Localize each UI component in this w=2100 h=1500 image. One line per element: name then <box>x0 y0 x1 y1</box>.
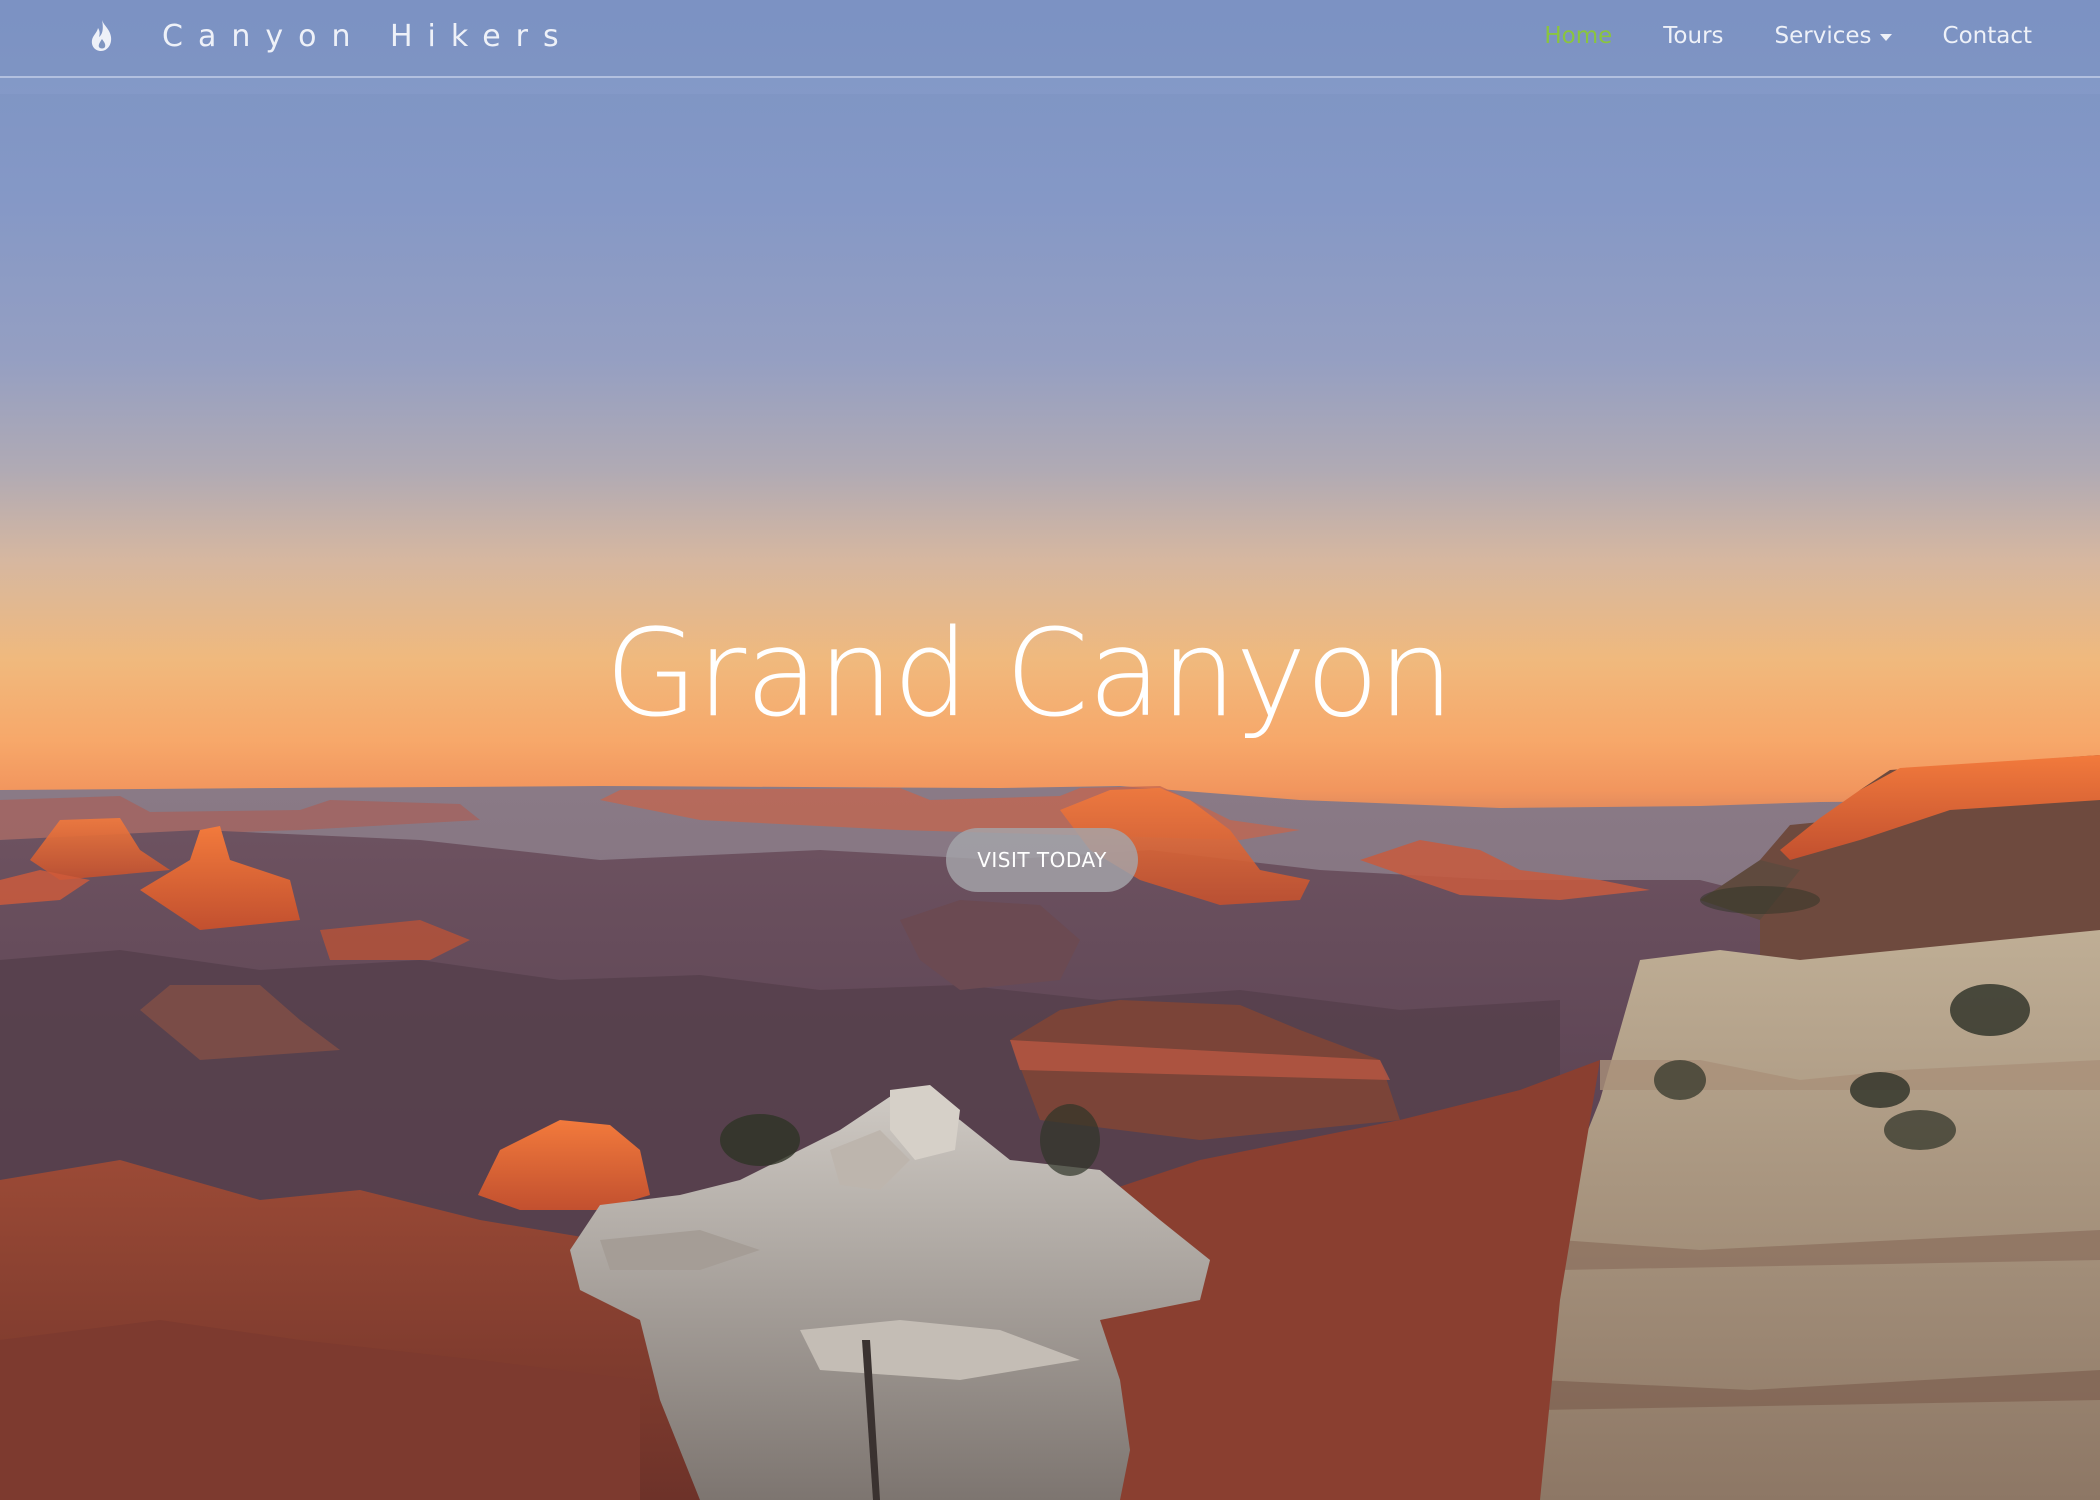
nav-services-label: Services <box>1774 23 1872 49</box>
nav-home-link[interactable]: Home <box>1544 23 1612 49</box>
flame-icon <box>86 19 118 53</box>
main-nav: Home Tours Services Contact <box>1493 18 2032 54</box>
brand-logo-link[interactable]: Canyon Hikers <box>86 14 574 58</box>
brand-name: Canyon Hikers <box>162 18 574 54</box>
caret-down-icon <box>1879 34 1892 41</box>
top-navbar: Canyon Hikers Home Tours Services Contac… <box>0 0 2100 78</box>
nav-tours-link[interactable]: Tours <box>1663 23 1723 49</box>
nav-contact-link[interactable]: Contact <box>1943 23 2032 49</box>
landing-page: Canyon Hikers Home Tours Services Contac… <box>0 0 2100 1500</box>
nav-services-dropdown[interactable]: Services <box>1775 23 1892 49</box>
visit-today-button[interactable]: VISIT TODAY <box>946 828 1138 892</box>
canyon-landscape-image <box>0 755 2100 1500</box>
hero-title: Grand Canyon <box>604 605 1454 744</box>
